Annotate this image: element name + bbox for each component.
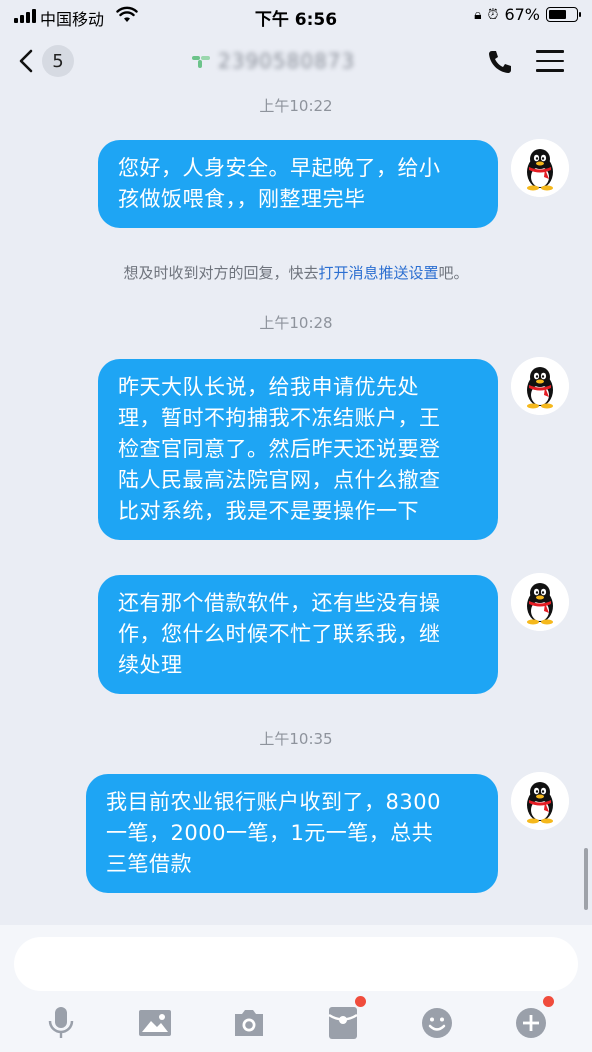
message-input[interactable]: [14, 937, 578, 991]
penguin-avatar-icon: [511, 772, 569, 830]
message-text: 昨天大队长说，给我申请优先处 理，暂时不拘捕我不冻结账户，王 检查官同意了。然后…: [118, 375, 441, 523]
penguin-avatar-icon: [511, 573, 569, 631]
battery-level: [549, 10, 566, 19]
image-icon: [139, 1010, 171, 1036]
plus-icon: [516, 1008, 546, 1038]
scrollbar[interactable]: [584, 848, 588, 910]
chat-header: 5 2390580873: [0, 32, 592, 90]
avatar[interactable]: [511, 357, 569, 415]
message-text: 您好，人身安全。早起晚了，给小 孩做饭喂食，，刚整理完毕: [118, 156, 441, 211]
penguin-avatar-icon: [511, 139, 569, 197]
notification-dot: [355, 996, 366, 1007]
contact-status-icon: [192, 56, 210, 68]
red-packet-button[interactable]: [320, 996, 366, 1046]
contact-name: 2390580873: [218, 49, 356, 73]
chat-toolbar: [0, 996, 592, 1046]
input-bar: [0, 925, 592, 1052]
voice-button[interactable]: [38, 1000, 84, 1046]
phone-call-icon[interactable]: [486, 48, 514, 76]
system-notice: 想及时收到对方的回复，快去打开消息推送设置吧。: [123, 264, 469, 282]
outgoing-message[interactable]: 您好，人身安全。早起晚了，给小 孩做饭喂食，，刚整理完毕: [98, 140, 498, 228]
emoji-icon: [422, 1008, 452, 1038]
back-button[interactable]: 5: [18, 42, 82, 80]
microphone-icon: [48, 1007, 74, 1038]
more-button[interactable]: [508, 996, 554, 1046]
battery-icon: [546, 7, 581, 22]
message-timestamp: 上午10:22: [259, 97, 333, 115]
status-bar: 中国移动 下午 6:56 🔒︎ ⏰︎ 67%: [0, 0, 592, 32]
avatar[interactable]: [511, 139, 569, 197]
red-packet-icon: [328, 1007, 358, 1039]
menu-icon[interactable]: [536, 50, 564, 74]
orientation-lock-icon: 🔒︎: [474, 6, 482, 23]
outgoing-message[interactable]: 我目前农业银行账户收到了，8300 一笔，2000一笔，1元一笔，总共 三笔借款: [86, 774, 498, 893]
image-button[interactable]: [132, 1000, 178, 1046]
notification-dot: [543, 996, 554, 1007]
message-text: 还有那个借款软件，还有些没有操 作，您什么时候不忙了联系我，继 续处理: [118, 591, 441, 677]
message-text: 我目前农业银行账户收到了，8300 一笔，2000一笔，1元一笔，总共 三笔借款: [106, 790, 441, 876]
battery-percent: 67%: [504, 5, 540, 24]
chevron-left-icon: [19, 49, 33, 73]
penguin-avatar-icon: [511, 357, 569, 415]
outgoing-message[interactable]: 昨天大队长说，给我申请优先处 理，暂时不拘捕我不冻结账户，王 检查官同意了。然后…: [98, 359, 498, 540]
message-timestamp: 上午10:35: [259, 730, 333, 748]
alarm-icon: ⏰︎: [487, 6, 499, 23]
message-timestamp: 上午10:28: [259, 314, 333, 332]
camera-icon: [235, 1010, 263, 1036]
unread-count-badge: 5: [42, 45, 74, 77]
contact-title[interactable]: 2390580873: [190, 48, 370, 74]
outgoing-message[interactable]: 还有那个借款软件，还有些没有操 作，您什么时候不忙了联系我，继 续处理: [98, 575, 498, 694]
avatar[interactable]: [511, 573, 569, 631]
camera-button[interactable]: [226, 1000, 272, 1046]
push-settings-link[interactable]: 打开消息推送设置: [318, 264, 438, 282]
emoji-button[interactable]: [414, 1000, 460, 1046]
avatar[interactable]: [511, 772, 569, 830]
